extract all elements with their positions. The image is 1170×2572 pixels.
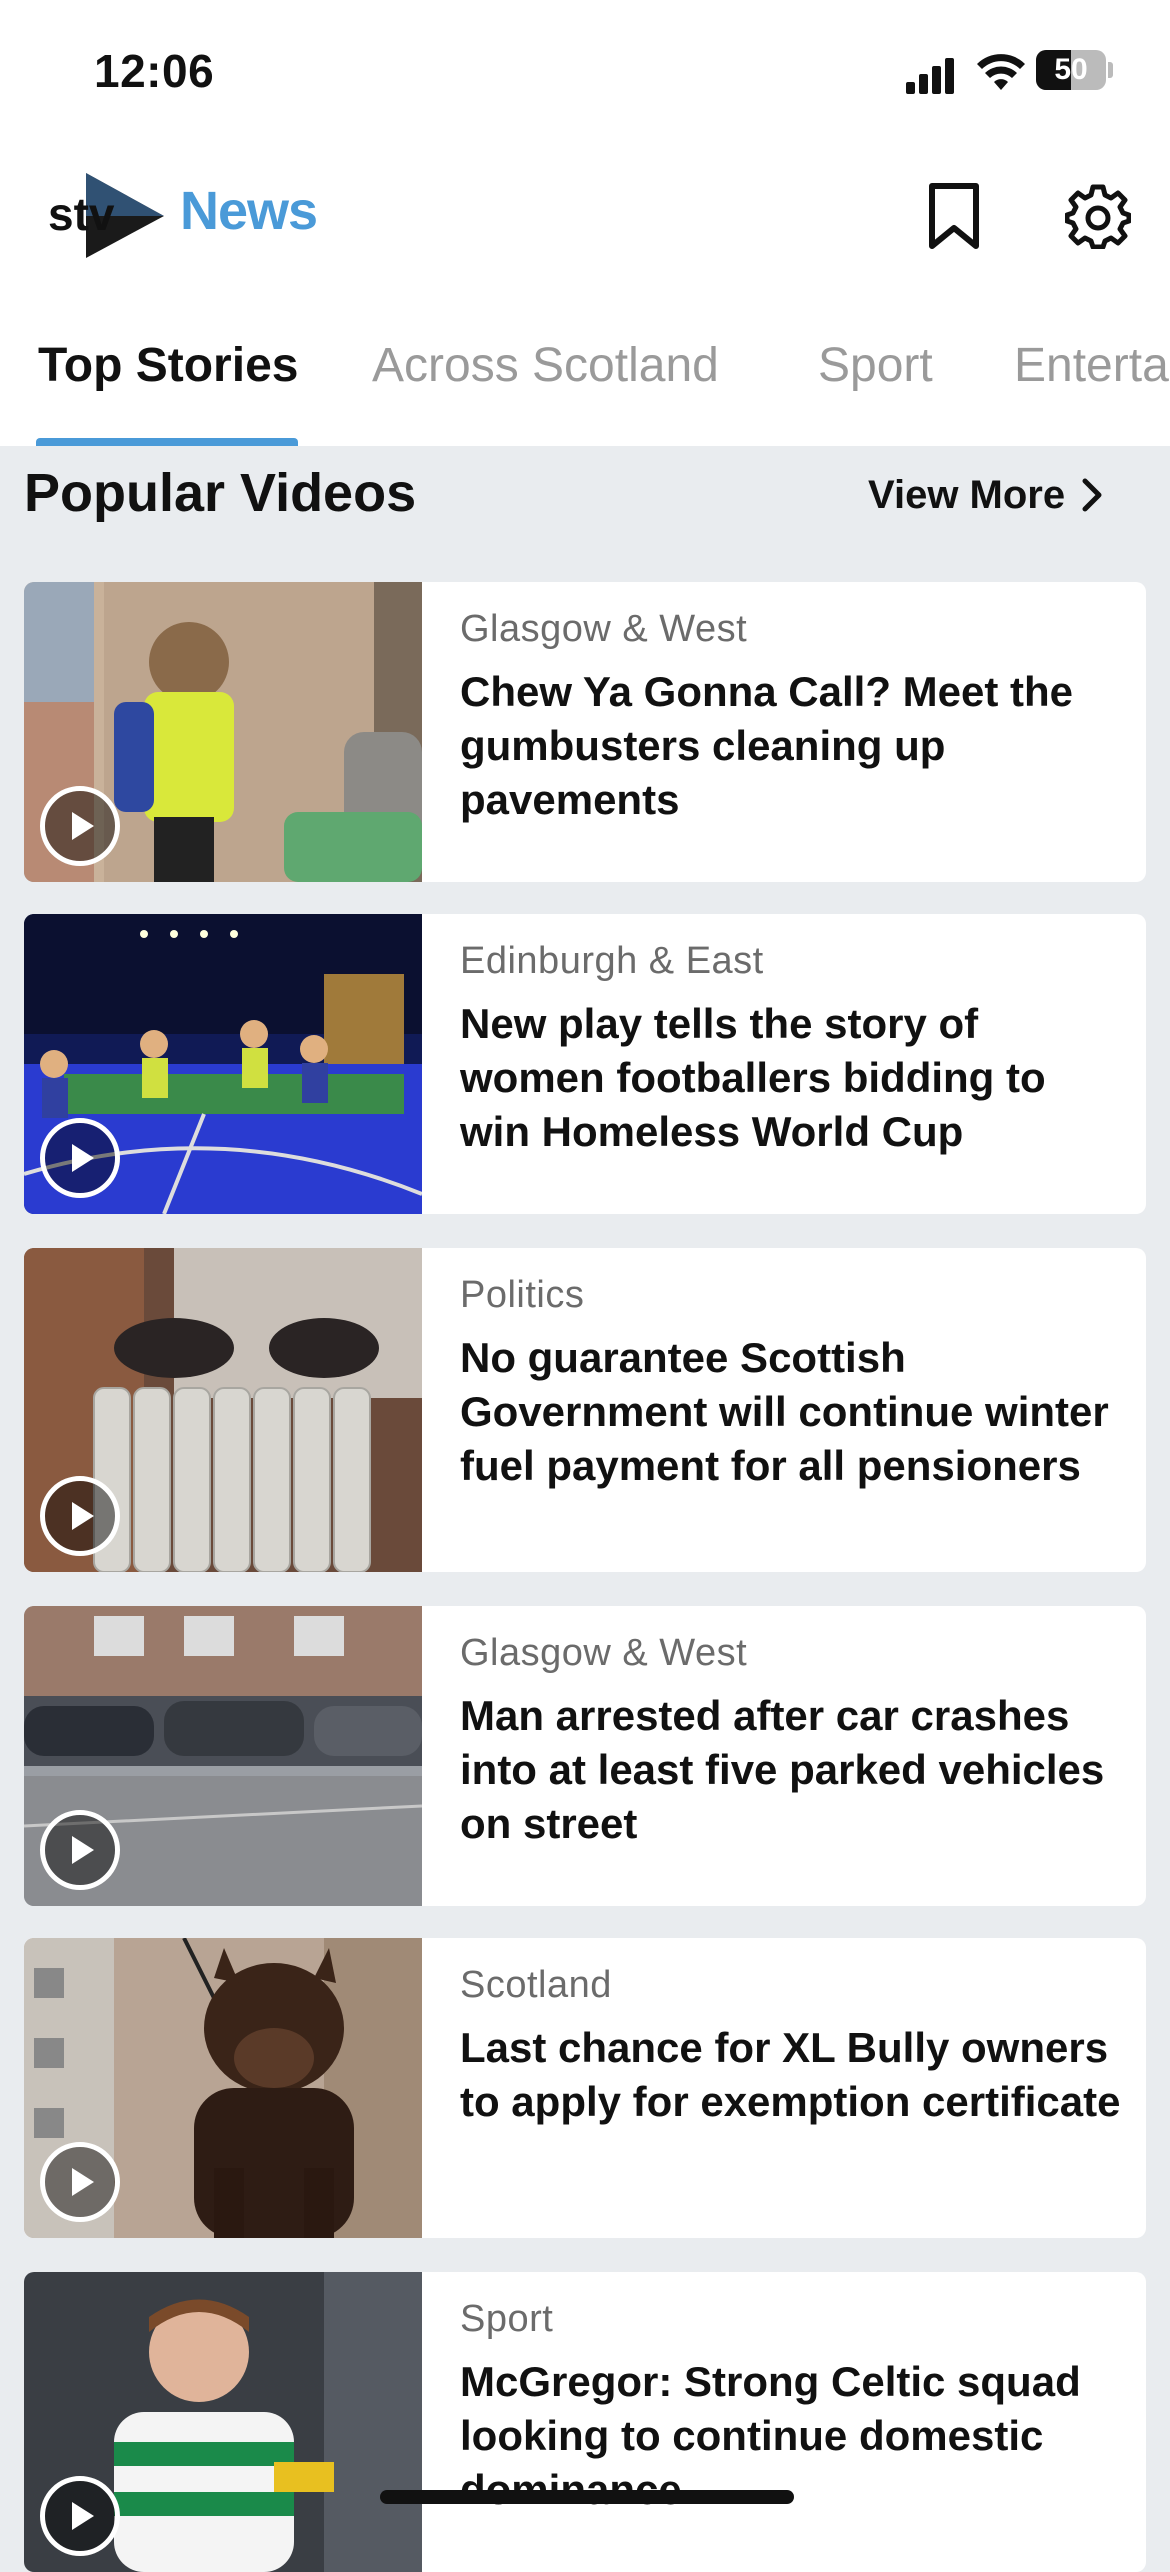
story-thumbnail: [24, 1606, 422, 1906]
story-category: Glasgow & West: [460, 1632, 748, 1674]
story-card[interactable]: Glasgow & West Chew Ya Gonna Call? Meet …: [24, 582, 1146, 882]
play-icon[interactable]: [40, 2142, 120, 2222]
section-title: Popular Videos: [24, 463, 417, 523]
gear-icon: [1065, 184, 1131, 249]
story-card[interactable]: Politics No guarantee Scottish Governmen…: [24, 1248, 1146, 1572]
bookmark-button[interactable]: [916, 178, 992, 254]
settings-button[interactable]: [1060, 178, 1136, 254]
tab-across-scotland[interactable]: Across Scotland: [372, 338, 719, 393]
story-thumbnail: [24, 1248, 422, 1572]
stv-logo[interactable]: stv: [46, 168, 166, 263]
wifi-icon: [977, 54, 1025, 90]
category-tabs: Top Stories Across Scotland Sport Entert…: [0, 290, 1170, 446]
story-thumbnail: [24, 2272, 422, 2572]
view-more-label: View More: [868, 472, 1066, 517]
story-card[interactable]: Scotland Last chance for XL Bully owners…: [24, 1938, 1146, 2238]
play-icon[interactable]: [40, 2476, 120, 2556]
chevron-right-icon: [1082, 478, 1102, 512]
story-headline[interactable]: New play tells the story of women footba…: [460, 997, 1122, 1159]
story-category: Glasgow & West: [460, 608, 748, 650]
view-more-button[interactable]: View More: [868, 470, 1105, 520]
status-time: 12:06: [94, 45, 215, 97]
battery-icon: 50: [1036, 50, 1106, 90]
battery-nub: [1108, 62, 1113, 78]
story-category: Edinburgh & East: [460, 940, 764, 982]
svg-text:stv: stv: [48, 188, 115, 240]
story-headline[interactable]: No guarantee Scottish Government will co…: [460, 1331, 1122, 1493]
story-category: Politics: [460, 1274, 585, 1316]
play-icon[interactable]: [40, 786, 120, 866]
play-icon[interactable]: [40, 1476, 120, 1556]
cellular-signal-icon: [906, 56, 956, 94]
story-headline[interactable]: Chew Ya Gonna Call? Meet the gumbusters …: [460, 665, 1122, 827]
play-icon[interactable]: [40, 1118, 120, 1198]
play-icon[interactable]: [40, 1810, 120, 1890]
status-bar: 12:06 50: [0, 0, 1170, 150]
battery-percent: 50: [1054, 53, 1088, 86]
story-card[interactable]: Edinburgh & East New play tells the stor…: [24, 914, 1146, 1214]
story-thumbnail: [24, 582, 422, 882]
story-card[interactable]: Sport McGregor: Strong Celtic squad look…: [24, 2272, 1146, 2572]
story-card[interactable]: Glasgow & West Man arrested after car cr…: [24, 1606, 1146, 1906]
story-thumbnail: [24, 914, 422, 1214]
bookmark-icon: [929, 183, 979, 249]
story-headline[interactable]: Man arrested after car crashes into at l…: [460, 1689, 1122, 1851]
story-thumbnail: [24, 1938, 422, 2238]
tab-entertainment[interactable]: Enterta: [1014, 338, 1169, 393]
home-indicator[interactable]: [380, 2490, 794, 2504]
tab-sport[interactable]: Sport: [818, 338, 933, 393]
tab-top-stories[interactable]: Top Stories: [38, 338, 298, 393]
active-tab-indicator: [36, 438, 298, 446]
story-headline[interactable]: Last chance for XL Bully owners to apply…: [460, 2021, 1122, 2129]
logo-news-text: News: [180, 181, 318, 241]
story-category: Sport: [460, 2298, 554, 2340]
app-header: stv News: [0, 150, 1170, 290]
story-category: Scotland: [460, 1964, 612, 2006]
